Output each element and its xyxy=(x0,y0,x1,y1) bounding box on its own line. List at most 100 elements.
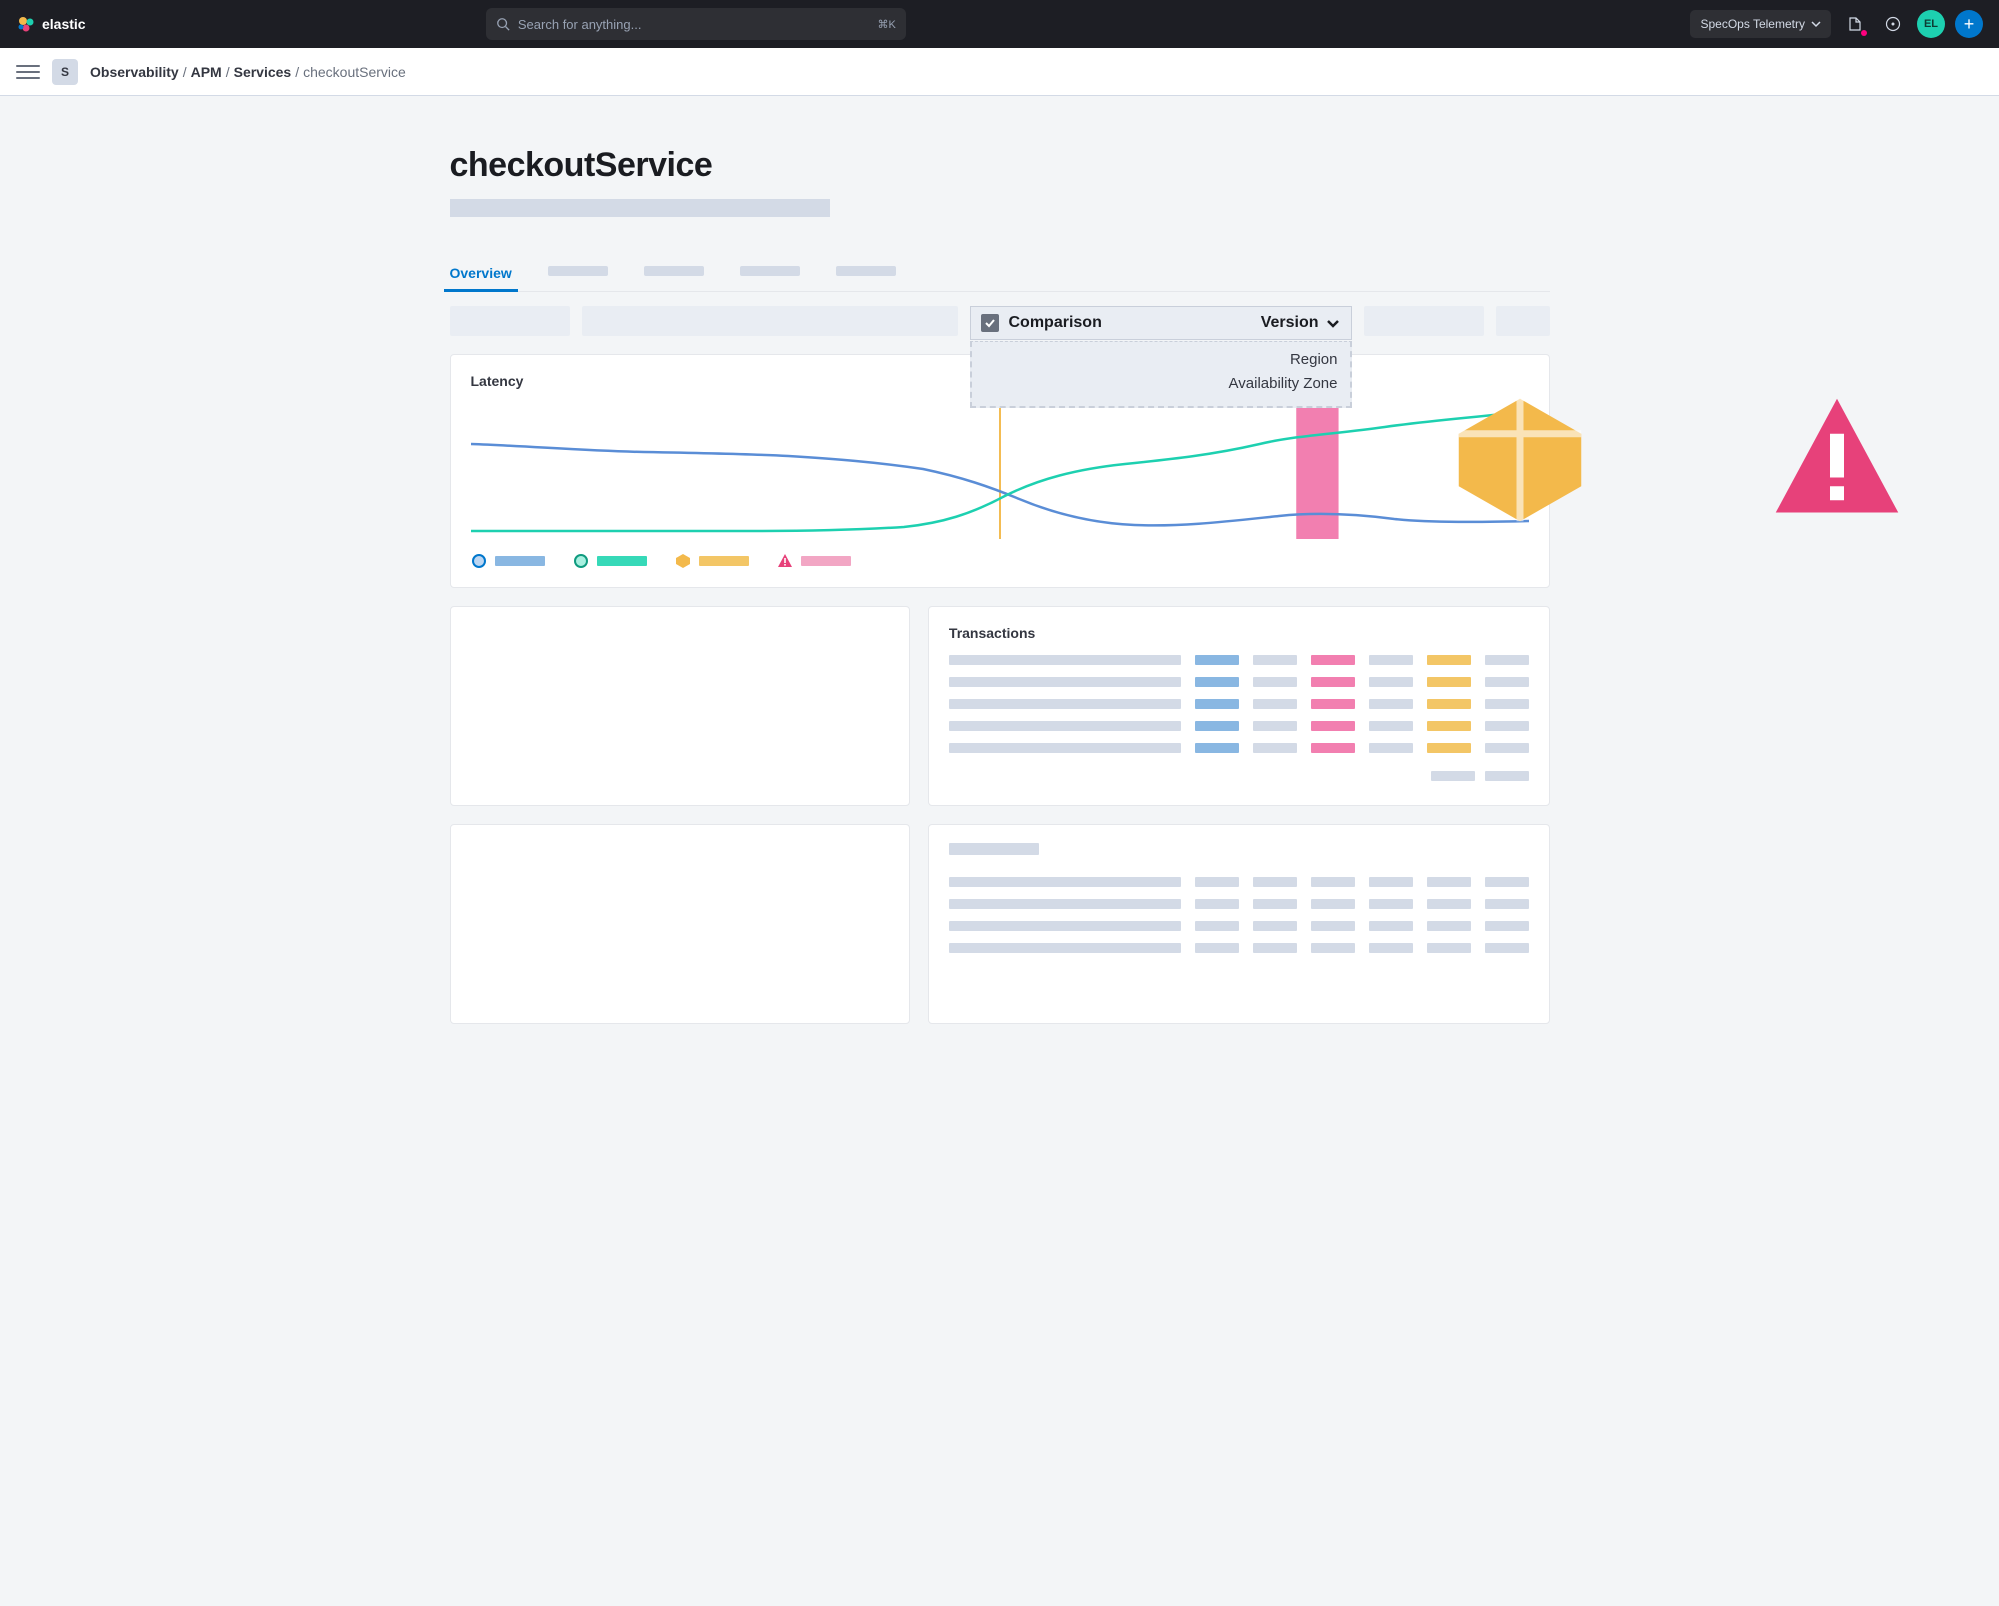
table-footer xyxy=(949,771,1529,781)
legend-item[interactable] xyxy=(777,553,851,569)
cell-metric xyxy=(1195,699,1239,709)
search-placeholder: Search for anything... xyxy=(518,17,642,32)
cell-metric xyxy=(1427,677,1471,687)
filters-row: Comparison Version Region Availability Z… xyxy=(450,306,1550,340)
cell-metric xyxy=(1485,655,1529,665)
table-row[interactable] xyxy=(949,877,1529,887)
comparison-option[interactable]: Availability Zone xyxy=(984,372,1338,396)
legend-swatch xyxy=(597,556,647,566)
top-navigation-bar: elastic Search for anything... ⌘K SpecOp… xyxy=(0,0,1999,48)
cell-metric xyxy=(1253,743,1297,753)
brand-name: elastic xyxy=(42,16,86,32)
add-button[interactable]: + xyxy=(1955,10,1983,38)
help-icon xyxy=(1885,16,1901,32)
legend-swatch xyxy=(699,556,749,566)
notifications-button[interactable] xyxy=(1841,10,1869,38)
table-row[interactable] xyxy=(949,655,1529,665)
cell-metric xyxy=(1427,655,1471,665)
tab-placeholder[interactable] xyxy=(740,266,800,276)
tab-placeholder[interactable] xyxy=(548,266,608,276)
deployment-name: SpecOps Telemetry xyxy=(1700,17,1805,31)
cell-metric xyxy=(1195,677,1239,687)
table-row[interactable] xyxy=(949,899,1529,909)
filter-placeholder[interactable] xyxy=(582,306,958,336)
table-row[interactable] xyxy=(949,921,1529,931)
brand-logo[interactable]: elastic xyxy=(16,14,86,34)
table-row[interactable] xyxy=(949,943,1529,953)
cell-metric xyxy=(1311,743,1355,753)
cell-metric xyxy=(1427,721,1471,731)
comparison-label: Comparison xyxy=(1009,314,1102,332)
help-button[interactable] xyxy=(1879,10,1907,38)
tab-placeholder[interactable] xyxy=(836,266,896,276)
legend-item[interactable] xyxy=(471,553,545,569)
cell-metric xyxy=(1369,655,1413,665)
cell-metric xyxy=(1253,721,1297,731)
cell-metric xyxy=(1195,743,1239,753)
cell-metric xyxy=(1369,721,1413,731)
circle-icon xyxy=(471,553,487,569)
chart-legend xyxy=(471,553,1529,569)
cell-placeholder xyxy=(949,877,1181,887)
newsfeed-icon xyxy=(1847,16,1863,32)
legend-item[interactable] xyxy=(573,553,647,569)
card-title-placeholder xyxy=(949,843,1039,855)
breadcrumb-part[interactable]: APM xyxy=(191,64,222,80)
transactions-card: Transactions xyxy=(928,606,1550,806)
footer-placeholder xyxy=(1431,771,1475,781)
table-row[interactable] xyxy=(949,721,1529,731)
cell-metric xyxy=(1427,699,1471,709)
cell-placeholder xyxy=(949,699,1181,709)
comparison-option[interactable]: Region xyxy=(984,348,1338,372)
cell-metric xyxy=(1369,743,1413,753)
elastic-logo-icon xyxy=(16,14,36,34)
breadcrumb-part[interactable]: Observability xyxy=(90,64,179,80)
sub-navigation-bar: S Observability/APM/Services/checkoutSer… xyxy=(0,48,1999,96)
latency-chart[interactable] xyxy=(471,399,1529,539)
avatar-initials: EL xyxy=(1924,18,1938,30)
cell-metric xyxy=(1311,655,1355,665)
nav-menu-toggle[interactable] xyxy=(16,60,40,84)
cell-metric xyxy=(1485,743,1529,753)
global-search-input[interactable]: Search for anything... ⌘K xyxy=(486,8,906,40)
cell-metric xyxy=(1195,655,1239,665)
table-row[interactable] xyxy=(949,743,1529,753)
legend-swatch xyxy=(495,556,545,566)
cell-placeholder xyxy=(949,721,1181,731)
comparison-dropdown: Region Availability Zone xyxy=(970,341,1352,408)
placeholder-table-card xyxy=(928,824,1550,1024)
space-badge[interactable]: S xyxy=(52,59,78,85)
plus-icon: + xyxy=(1964,14,1975,35)
cell-metric xyxy=(1311,721,1355,731)
cell-placeholder xyxy=(949,921,1181,931)
filter-placeholder[interactable] xyxy=(1496,306,1550,336)
legend-item[interactable] xyxy=(675,553,749,569)
table-row[interactable] xyxy=(949,699,1529,709)
deployment-selector[interactable]: SpecOps Telemetry xyxy=(1690,10,1831,38)
cell-metric xyxy=(1311,699,1355,709)
box-icon xyxy=(675,553,691,569)
placeholder-card xyxy=(450,824,910,1024)
cell-metric xyxy=(1253,677,1297,687)
alert-marker-icon xyxy=(1308,390,1999,530)
user-avatar[interactable]: EL xyxy=(1917,10,1945,38)
breadcrumb-part[interactable]: Services xyxy=(234,64,292,80)
comparison-value[interactable]: Version xyxy=(1261,314,1341,332)
placeholder-card xyxy=(450,606,910,806)
filter-placeholder[interactable] xyxy=(450,306,570,336)
footer-placeholder xyxy=(1485,771,1529,781)
space-initial: S xyxy=(61,65,69,79)
cell-placeholder xyxy=(949,677,1181,687)
tab-overview[interactable]: Overview xyxy=(450,255,512,291)
cell-placeholder xyxy=(949,899,1181,909)
comparison-selector[interactable]: Comparison Version Region Availability Z… xyxy=(970,306,1352,340)
table-row[interactable] xyxy=(949,677,1529,687)
comparison-checkbox[interactable] xyxy=(981,314,999,332)
cell-metric xyxy=(1369,699,1413,709)
search-icon xyxy=(496,17,510,31)
filter-placeholder[interactable] xyxy=(1364,306,1484,336)
cell-placeholder xyxy=(949,943,1181,953)
tab-placeholder[interactable] xyxy=(644,266,704,276)
cell-placeholder xyxy=(949,655,1181,665)
transactions-title: Transactions xyxy=(949,625,1529,641)
